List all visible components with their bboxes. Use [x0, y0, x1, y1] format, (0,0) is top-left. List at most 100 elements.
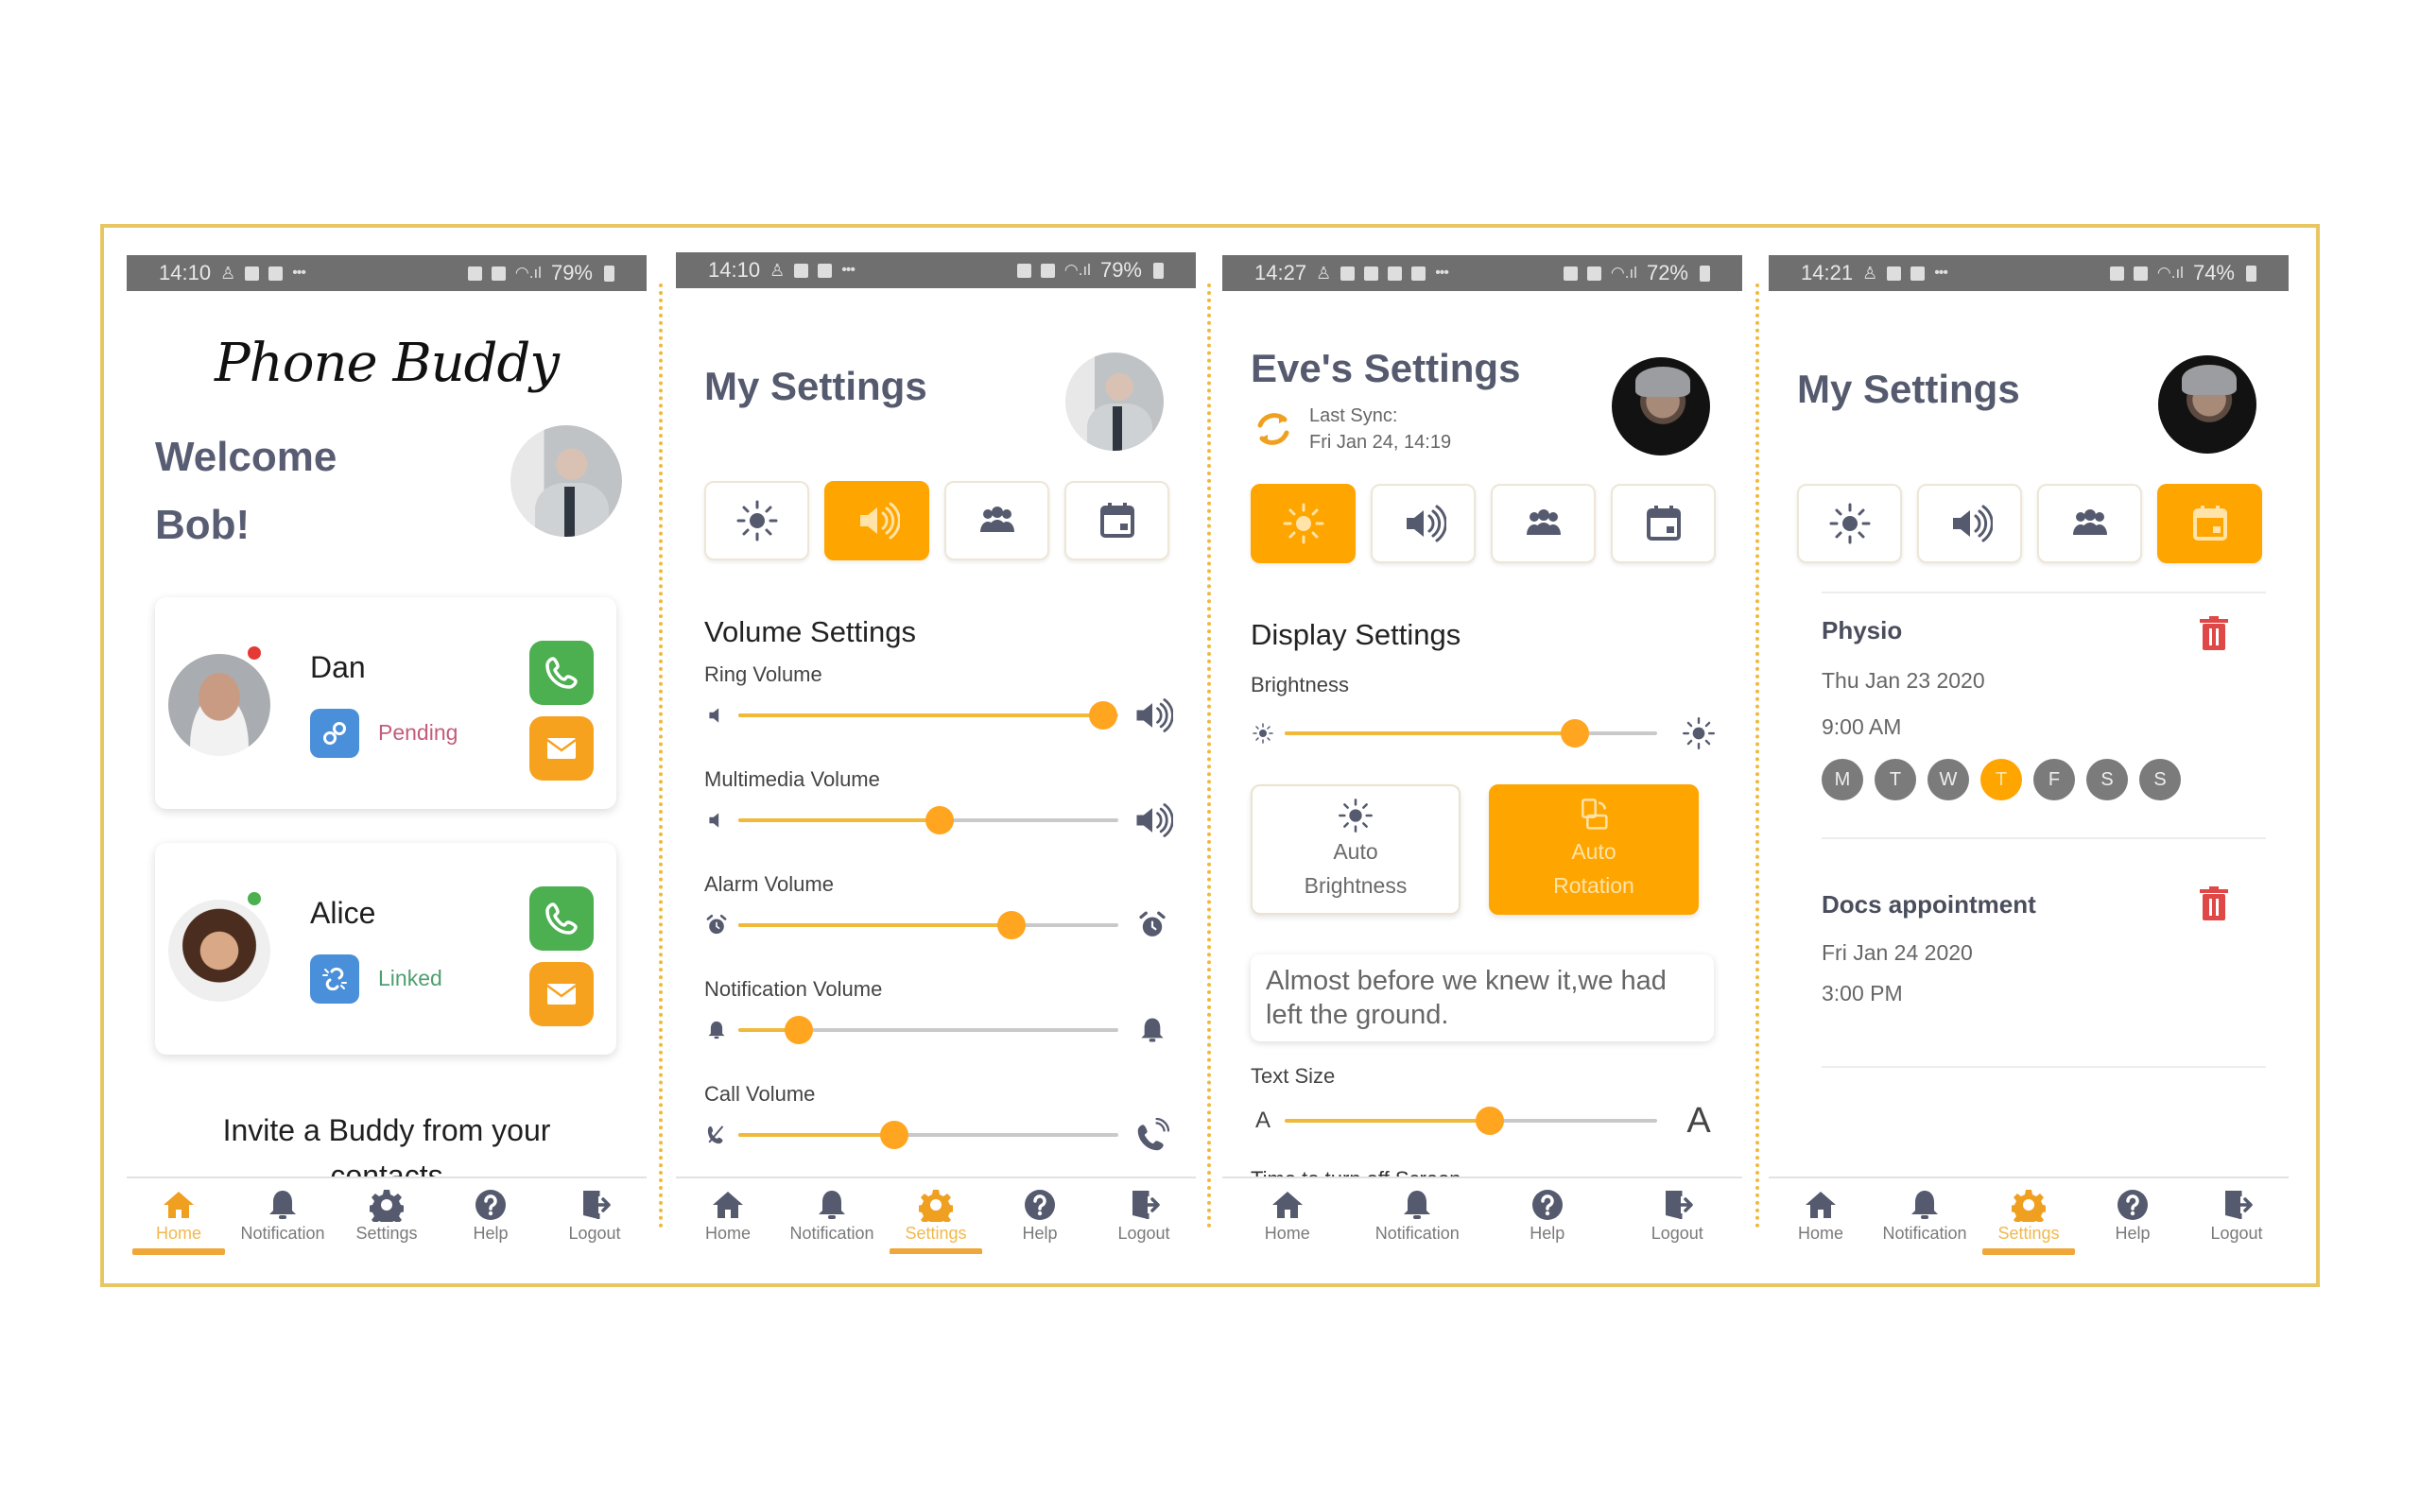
call-button[interactable] — [529, 641, 594, 705]
nav-notification[interactable]: Notification — [1353, 1178, 1483, 1257]
nav-logout[interactable]: Logout — [2185, 1178, 2289, 1257]
buddy-avatar[interactable] — [1612, 357, 1710, 455]
message-button[interactable] — [529, 962, 594, 1026]
day-toggle[interactable]: T — [1875, 759, 1916, 800]
slider-thumb[interactable] — [1088, 701, 1117, 730]
tab-volume[interactable] — [1917, 484, 2022, 563]
nav-logout[interactable]: Logout — [543, 1178, 647, 1257]
nav-notification[interactable]: Notification — [231, 1178, 335, 1257]
slider-track[interactable] — [738, 1016, 1118, 1044]
sync-icon[interactable] — [1251, 403, 1296, 455]
day-toggle[interactable]: T — [1980, 759, 2022, 800]
day-toggle[interactable]: M — [1822, 759, 1863, 800]
appointment-item[interactable]: Physio Thu Jan 23 2020 9:00 AM MTWTFSS — [1822, 616, 2266, 800]
nav-help[interactable]: Help — [1482, 1178, 1613, 1257]
nav-settings[interactable]: Settings — [1977, 1178, 2081, 1257]
tab-display[interactable] — [704, 481, 809, 560]
mail-icon — [543, 730, 580, 767]
nav-notification[interactable]: Notification — [1873, 1178, 1977, 1257]
auto-rotation-toggle[interactable]: Auto Rotation — [1489, 784, 1699, 915]
bell-icon — [1908, 1188, 1942, 1222]
status-bar: 14:10 ♙ ••• ◠.ıl 79% — [127, 255, 647, 291]
nav-help[interactable]: Help — [2081, 1178, 2185, 1257]
nav-home[interactable]: Home — [676, 1178, 780, 1254]
trash-icon[interactable] — [2200, 886, 2228, 920]
tab-display[interactable] — [1797, 484, 1902, 563]
appointment-time: 9:00 AM — [1822, 714, 1902, 739]
brightness-slider[interactable] — [1251, 714, 1723, 752]
slider-track[interactable] — [738, 701, 1118, 730]
tab-display[interactable] — [1251, 484, 1356, 563]
user-avatar[interactable] — [2158, 355, 2256, 454]
volume-slider[interactable] — [704, 801, 1177, 839]
nav-label: Home — [1264, 1224, 1310, 1243]
day-toggle[interactable]: S — [2086, 759, 2128, 800]
appointment-item[interactable]: Docs appointment Fri Jan 24 2020 3:00 PM — [1822, 890, 2266, 1006]
volume-slider[interactable] — [704, 1011, 1177, 1049]
slider-fill — [1285, 1119, 1490, 1123]
day-toggle[interactable]: F — [2033, 759, 2075, 800]
text-size-slider[interactable]: A A — [1251, 1101, 1723, 1141]
slider-track[interactable] — [738, 911, 1118, 939]
tab-calendar[interactable] — [1064, 481, 1169, 560]
nav-logout[interactable]: Logout — [1092, 1178, 1196, 1254]
nav-label: Logout — [1651, 1224, 1703, 1243]
slider-thumb[interactable] — [925, 806, 955, 834]
volume-slider[interactable] — [704, 906, 1177, 944]
battery-icon — [2246, 265, 2256, 282]
phone-ringing-icon — [1128, 1116, 1177, 1154]
battery-icon — [604, 265, 614, 282]
bell-ringing-icon — [1128, 1011, 1177, 1049]
app-logo: Phone Buddy — [214, 333, 560, 394]
tab-contacts[interactable] — [2037, 484, 2142, 563]
screen-my-settings-volume: 14:10 ♙ ••• ◠.ıl 79% My Settings Volume … — [676, 252, 1196, 1254]
tab-contacts[interactable] — [1491, 484, 1596, 563]
tab-calendar[interactable] — [2157, 484, 2262, 563]
nav-logout[interactable]: Logout — [1613, 1178, 1743, 1257]
link-pending-button[interactable] — [310, 709, 359, 758]
nav-notification[interactable]: Notification — [780, 1178, 884, 1254]
nav-help[interactable]: Help — [439, 1178, 543, 1257]
nav-label: Settings — [1997, 1224, 2060, 1243]
slider-thumb[interactable] — [1561, 719, 1590, 747]
auto-brightness-toggle[interactable]: Auto Brightness — [1251, 784, 1461, 915]
buddy-card[interactable]: Dan Pending — [155, 597, 616, 809]
slider-thumb[interactable] — [879, 1121, 908, 1149]
slider-track[interactable] — [1285, 719, 1657, 747]
battery-percent: 79% — [1099, 258, 1142, 282]
nav-label: Help — [2115, 1224, 2151, 1243]
user-avatar[interactable] — [1065, 352, 1164, 451]
nav-settings[interactable]: Settings — [335, 1178, 439, 1257]
nav-home[interactable]: Home — [1222, 1178, 1353, 1257]
nav-settings[interactable]: Settings — [884, 1178, 988, 1254]
day-toggle[interactable]: W — [1927, 759, 1969, 800]
unlink-button[interactable] — [310, 954, 359, 1004]
tab-volume[interactable] — [1371, 484, 1476, 563]
user-avatar[interactable] — [510, 425, 622, 537]
slider-track[interactable] — [738, 1121, 1118, 1149]
slider-track[interactable] — [738, 806, 1118, 834]
volume-slider[interactable] — [704, 1116, 1177, 1154]
message-button[interactable] — [529, 716, 594, 781]
call-button[interactable] — [529, 886, 594, 951]
toggle-label: Auto — [1571, 839, 1616, 864]
alarm-icon — [467, 266, 482, 281]
nav-help[interactable]: Help — [988, 1178, 1092, 1254]
nav-home[interactable]: Home — [1769, 1178, 1873, 1257]
trash-icon[interactable] — [2200, 616, 2228, 650]
battery-percent: 72% — [1646, 261, 1688, 284]
slider-thumb[interactable] — [1475, 1107, 1504, 1135]
tab-volume[interactable] — [824, 481, 929, 560]
day-toggle[interactable]: S — [2139, 759, 2181, 800]
slider-thumb[interactable] — [997, 911, 1027, 939]
buddy-card[interactable]: Alice Linked — [155, 843, 616, 1055]
tab-contacts[interactable] — [944, 481, 1049, 560]
sync-time: Fri Jan 24, 14:19 — [1309, 432, 1452, 453]
calendar-icon — [1641, 501, 1686, 546]
volume-slider[interactable] — [704, 696, 1177, 734]
slider-thumb[interactable] — [785, 1016, 814, 1044]
nav-home[interactable]: Home — [127, 1178, 231, 1257]
tab-calendar[interactable] — [1611, 484, 1716, 563]
gallery-icon — [1910, 266, 1926, 281]
slider-track[interactable] — [1285, 1107, 1657, 1135]
